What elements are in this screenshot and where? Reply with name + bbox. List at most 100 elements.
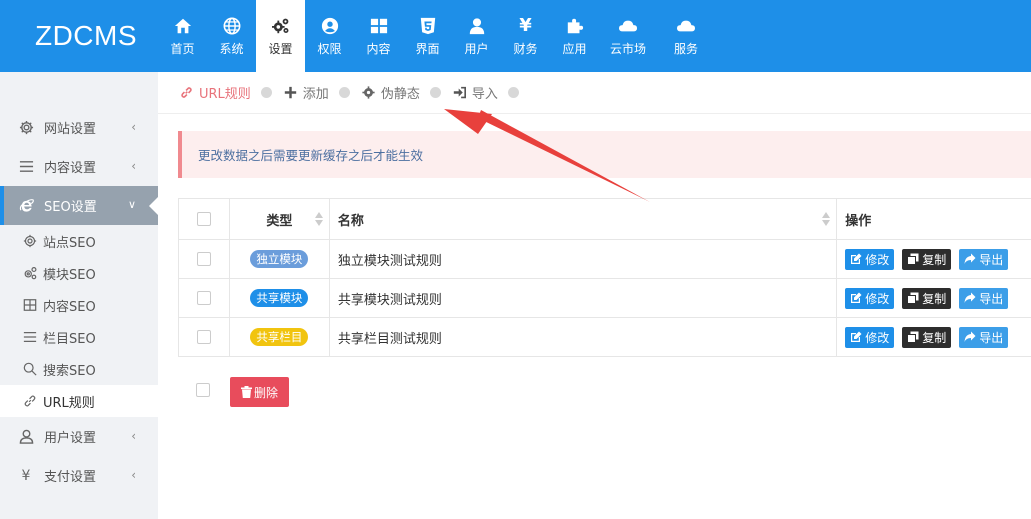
export-button[interactable]: 导出 [959, 248, 1009, 270]
sidebar-item-label: 网站设置 [44, 122, 97, 137]
sidebar-subitem-content-seo[interactable]: 内容SEO [0, 289, 158, 321]
tab-label: 导入 [471, 87, 498, 102]
sidebar-subitem-label: 站点SEO [43, 235, 96, 251]
nav-item-apps[interactable]: 应用 [550, 0, 599, 72]
sidebar-item-content-settings[interactable]: 内容设置 ‹ [0, 147, 158, 186]
nav-item-system[interactable]: 系统 [207, 0, 256, 72]
rule-name: 独立模块测试规则 [337, 253, 442, 269]
list-icon [18, 159, 34, 175]
nav-item-content[interactable]: 内容 [354, 0, 403, 72]
chevron-left-icon: ‹ [131, 120, 136, 134]
sidebar-item-site-settings[interactable]: 网站设置 ‹ [0, 108, 158, 147]
sidebar-item-label: 用户设置 [44, 431, 97, 446]
cache-notice-alert: 更改数据之后需要更新缓存之后才能生效 [178, 131, 1031, 178]
link-icon [180, 86, 194, 100]
tab-separator-dot [338, 87, 350, 98]
nav-item-settings[interactable]: 设置 [256, 0, 305, 72]
export-button[interactable]: 导出 [959, 326, 1009, 348]
sidebar-subitem-module-seo[interactable]: 模块SEO [0, 257, 158, 289]
row-checkbox-cell [179, 318, 230, 356]
sidebar-subitem-label: 内容SEO [43, 299, 96, 315]
row-checkbox[interactable] [196, 252, 211, 266]
sidebar-subitem-search-seo[interactable]: 搜索SEO [0, 353, 158, 385]
edit-button[interactable]: 修改 [845, 326, 895, 348]
sidebar-subitem-label: URL规则 [43, 395, 95, 411]
main-nav: 首页 系统 设置 权限 内容 界面 用户 ¥ 财务 应用 云市场 服务 [158, 0, 715, 72]
select-all-checkbox[interactable] [196, 212, 211, 226]
nav-label: 云市场 [609, 41, 646, 56]
sidebar-subitem-url-rules[interactable]: URL规则 [0, 385, 158, 417]
nav-item-users[interactable]: 用户 [452, 0, 501, 72]
header-label: 操作 [845, 213, 872, 229]
nav-item-cloud-market[interactable]: 云市场 [599, 0, 657, 72]
globe-icon [222, 16, 242, 36]
tab-add[interactable]: 添加 [284, 83, 350, 102]
copy-button[interactable]: 复制 [902, 248, 952, 270]
header-label: 类型 [266, 213, 293, 229]
tab-label: 伪静态 [380, 87, 420, 102]
gear-icon [18, 120, 34, 136]
top-bar: ZDCMS 首页 系统 设置 权限 内容 界面 用户 ¥ 财务 应用 云市场 服… [0, 0, 1031, 72]
rule-name: 共享栏目测试规则 [337, 331, 442, 347]
nav-label: 应用 [562, 41, 587, 56]
search-icon [23, 362, 38, 377]
nav-label: 首页 [170, 41, 195, 56]
copy-button[interactable]: 复制 [902, 326, 952, 348]
table-row: 共享栏目 共享栏目测试规则 修改 复制 导出 [178, 318, 1031, 357]
nav-label: 设置 [268, 41, 293, 56]
header-name[interactable]: 名称 [330, 199, 838, 239]
puzzle-icon [565, 16, 585, 36]
home-icon [173, 16, 193, 36]
rule-name: 共享模块测试规则 [337, 292, 442, 308]
html5-icon [418, 16, 438, 36]
copy-icon [907, 253, 919, 265]
export-button[interactable]: 导出 [959, 287, 1009, 309]
grid-icon [369, 16, 389, 36]
nav-label: 内容 [366, 41, 391, 56]
sidebar-item-label: SEO设置 [44, 200, 97, 215]
footer-select-all-checkbox[interactable] [196, 383, 210, 397]
row-checkbox[interactable] [196, 291, 211, 305]
sidebar: 网站设置 ‹ 内容设置 ‹ SEO设置 ∨ 站点SEO 模块SEO 内容SEO … [0, 72, 158, 519]
sort-icon [822, 212, 831, 226]
tab-pseudo-static[interactable]: 伪静态 [362, 83, 441, 102]
tab-label: URL规则 [199, 87, 251, 102]
edit-button[interactable]: 修改 [845, 287, 895, 309]
sidebar-item-label: 支付设置 [44, 470, 97, 485]
logo: ZDCMS [34, 20, 138, 51]
sidebar-item-seo-settings[interactable]: SEO设置 ∨ [0, 186, 158, 225]
user-icon [467, 16, 487, 36]
sidebar-subitem-label: 搜索SEO [43, 363, 96, 379]
nav-item-permissions[interactable]: 权限 [305, 0, 354, 72]
link-icon [23, 394, 38, 409]
header-label: 名称 [337, 213, 364, 229]
edit-icon [851, 253, 862, 264]
operations-cell: 修改 复制 导出 [837, 279, 1031, 317]
table-row: 独立模块 独立模块测试规则 修改 复制 导出 [178, 240, 1031, 279]
sidebar-subitem-category-seo[interactable]: 栏目SEO [0, 321, 158, 353]
tab-separator-dot [260, 87, 272, 98]
table-header-row: 类型 名称 操作 [178, 199, 1031, 240]
edit-icon [851, 292, 862, 303]
row-checkbox-cell [179, 240, 230, 278]
header-type[interactable]: 类型 [230, 199, 330, 239]
user-circle-icon [320, 16, 340, 36]
delete-button[interactable]: 删除 [230, 377, 289, 407]
copy-button[interactable]: 复制 [902, 287, 952, 309]
sidebar-subitem-site-seo[interactable]: 站点SEO [0, 225, 158, 257]
tab-separator-dot [429, 87, 441, 98]
nav-item-interface[interactable]: 界面 [403, 0, 452, 72]
tab-separator-dot [507, 87, 519, 98]
edit-button[interactable]: 修改 [845, 248, 895, 270]
row-checkbox[interactable] [196, 330, 211, 344]
nav-item-home[interactable]: 首页 [158, 0, 207, 72]
nav-item-service[interactable]: 服务 [657, 0, 715, 72]
alert-text: 更改数据之后需要更新缓存之后才能生效 [198, 148, 424, 163]
ie-icon [18, 198, 34, 214]
tab-url-rules[interactable]: URL规则 [180, 83, 272, 102]
nav-label: 权限 [317, 41, 342, 56]
nav-item-finance[interactable]: ¥ 财务 [501, 0, 550, 72]
sidebar-item-payment-settings[interactable]: ¥ 支付设置 ‹ [0, 456, 158, 495]
tab-import[interactable]: 导入 [453, 83, 519, 102]
sidebar-item-user-settings[interactable]: 用户设置 ‹ [0, 417, 158, 456]
